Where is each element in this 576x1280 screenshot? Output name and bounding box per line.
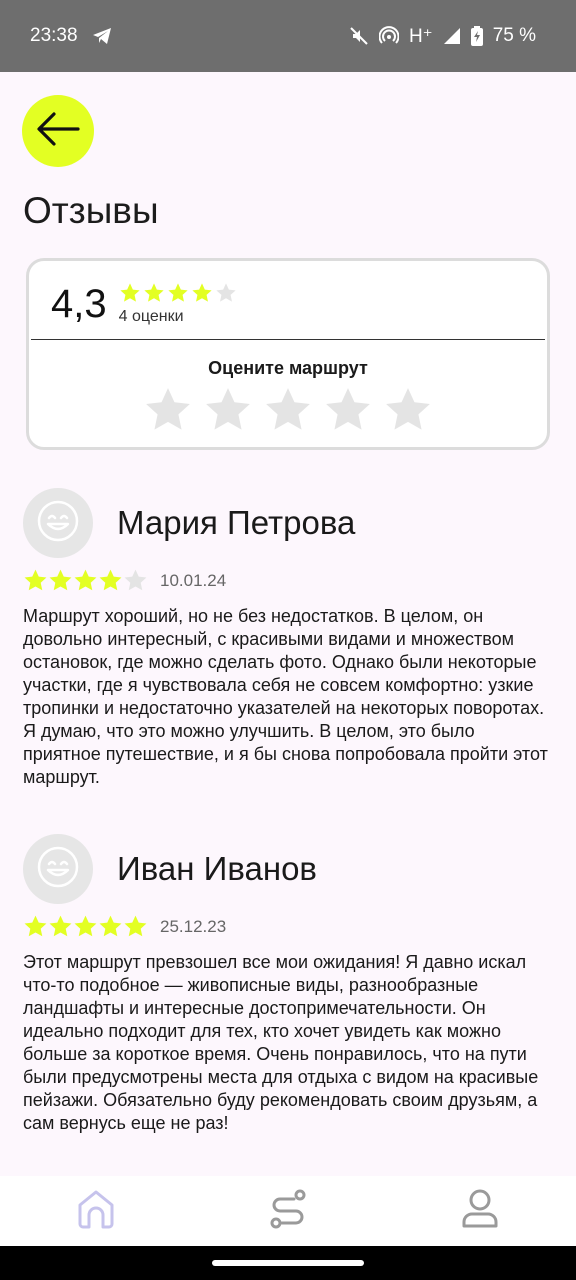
hotspot-icon: [378, 26, 399, 46]
rating-summary: 4,3 4 оценки: [51, 279, 237, 329]
star-filled-icon: [99, 915, 122, 937]
bottom-nav: [0, 1176, 576, 1246]
rate-star-3-icon[interactable]: [263, 385, 313, 435]
route-icon: [268, 1188, 308, 1235]
rate-star-1-icon[interactable]: [143, 385, 193, 435]
mute-icon: [349, 26, 369, 46]
review-header: Иван Иванов: [23, 834, 553, 904]
smile-face-icon: [36, 499, 80, 548]
telegram-icon: [92, 27, 112, 45]
review-date: 25.12.23: [160, 916, 227, 936]
star-filled-icon: [191, 283, 212, 302]
star-filled-icon: [49, 569, 72, 591]
rate-route-stars: [29, 385, 547, 435]
rate-star-5-icon[interactable]: [383, 385, 433, 435]
review-text: Этот маршрут превзошел все мои ожидания!…: [23, 952, 539, 1133]
page-title: Отзывы: [23, 190, 159, 231]
review-header: Мария Петрова: [23, 488, 553, 558]
rating-meta: 4 оценки: [119, 282, 237, 326]
reviewer-name: Мария Петрова: [117, 504, 356, 541]
rating-count: 4 оценки: [118, 308, 184, 325]
avatar: [23, 834, 93, 904]
home-icon: [76, 1188, 116, 1235]
profile-icon: [460, 1188, 500, 1235]
star-filled-icon: [99, 569, 122, 591]
star-filled-icon: [119, 283, 140, 302]
review-stars: [23, 914, 148, 939]
star-filled-icon: [124, 915, 147, 937]
smile-face-icon: [36, 845, 80, 894]
avatar: [23, 488, 93, 558]
star-filled-icon: [143, 283, 164, 302]
status-left: 23:38: [30, 25, 112, 47]
star-empty-icon: [124, 569, 147, 591]
star-filled-icon: [24, 915, 47, 937]
status-right: H⁺ 75 %: [349, 25, 536, 48]
reviewer-name: Иван Иванов: [117, 850, 317, 887]
review-date: 10.01.24: [160, 570, 227, 590]
status-bar: 23:38 H⁺ 75 %: [0, 0, 576, 72]
rate-star-2-icon[interactable]: [203, 385, 253, 435]
star-filled-icon: [24, 569, 47, 591]
star-filled-icon: [74, 915, 97, 937]
nav-route[interactable]: [258, 1181, 318, 1241]
signal-icon: [443, 27, 461, 45]
review-card: Мария Петрова 10.01.24 Маршрут хороший, …: [23, 488, 553, 789]
rating-summary-card: 4,3 4 оценки Оцените маршрут: [26, 258, 550, 450]
status-time: 23:38: [30, 25, 78, 46]
nav-home[interactable]: [66, 1181, 126, 1241]
battery-label: 75 %: [492, 25, 536, 46]
review-text: Маршрут хороший, но не без недостатков. …: [23, 606, 548, 787]
network-label: H⁺: [408, 25, 433, 47]
nav-profile[interactable]: [450, 1181, 510, 1241]
review-rating-row: 10.01.24: [23, 568, 553, 593]
star-filled-icon: [49, 915, 72, 937]
back-button[interactable]: [22, 95, 94, 167]
rate-route-title: Оцените маршрут: [208, 358, 368, 378]
divider: [31, 339, 545, 340]
gesture-bar: [0, 1246, 576, 1280]
star-filled-icon: [167, 283, 188, 302]
review-rating-row: 25.12.23: [23, 914, 553, 939]
star-empty-icon: [215, 283, 236, 302]
battery-icon: [470, 26, 483, 46]
average-rating-stars: [119, 282, 237, 304]
rate-star-4-icon[interactable]: [323, 385, 373, 435]
review-stars: [23, 568, 148, 593]
average-rating: 4,3: [51, 282, 107, 326]
review-card: Иван Иванов 25.12.23 Этот маршрут превзо…: [23, 834, 553, 1135]
star-filled-icon: [74, 569, 97, 591]
home-gesture-handle[interactable]: [212, 1260, 364, 1266]
arrow-left-icon: [36, 111, 80, 152]
